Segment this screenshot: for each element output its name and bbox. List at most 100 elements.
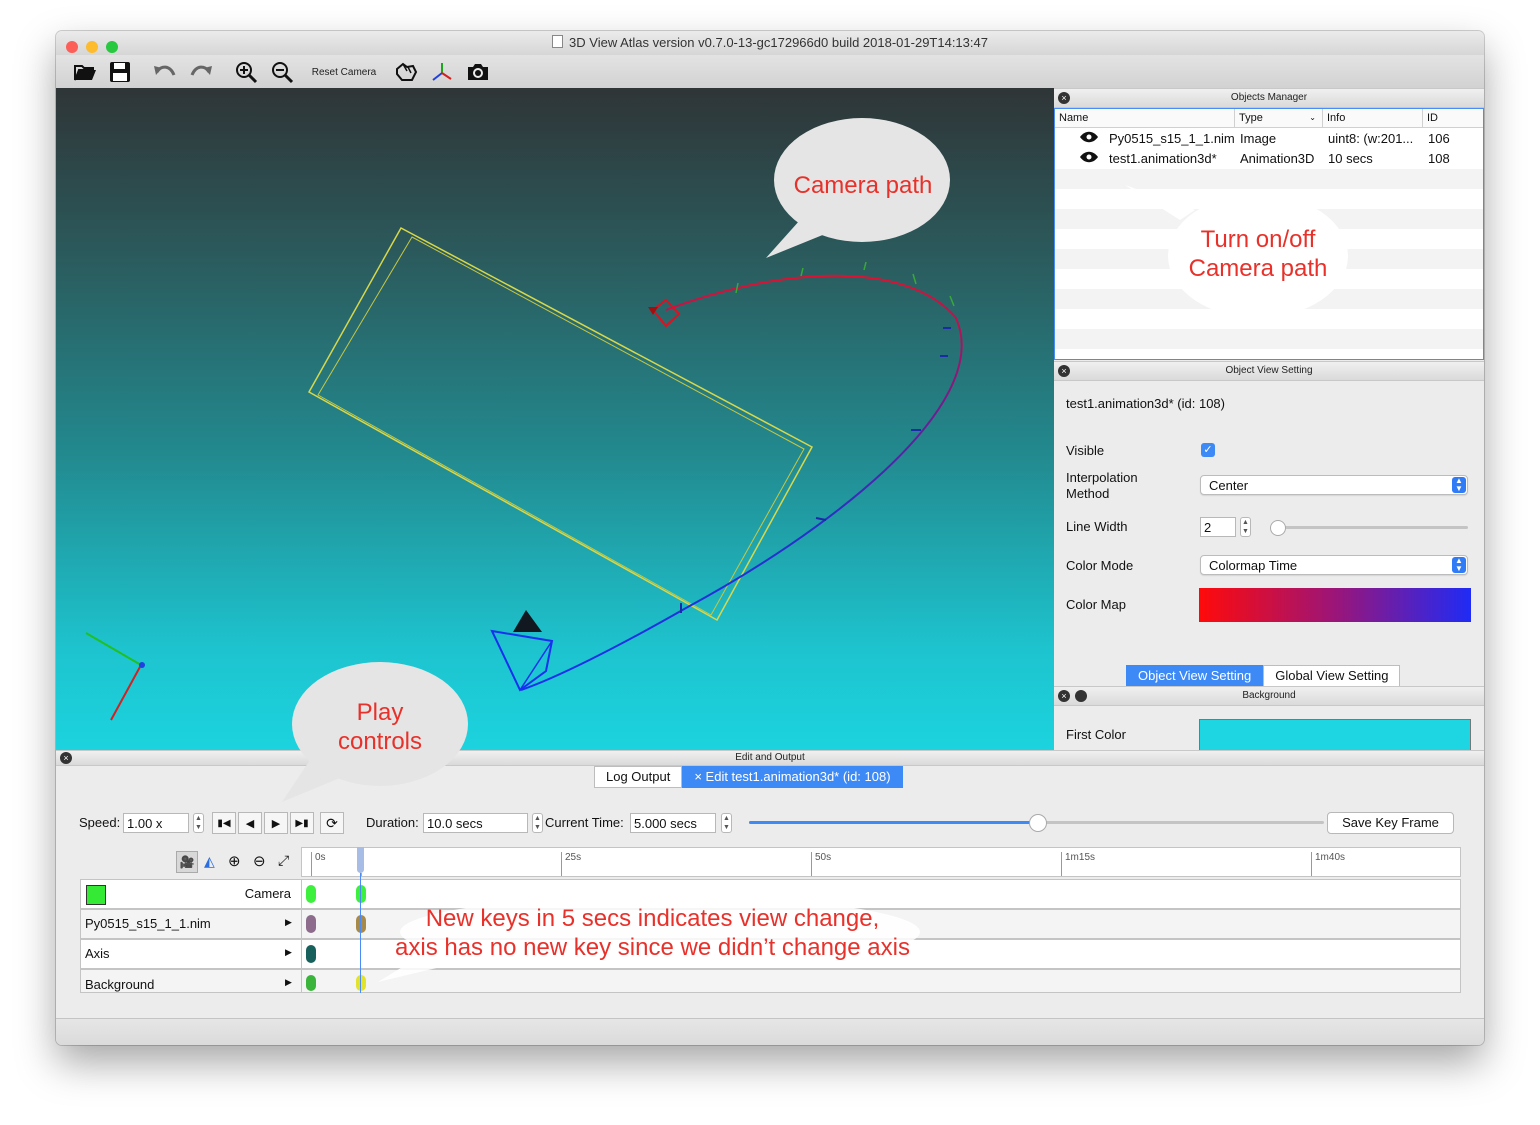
axes-icon[interactable] — [428, 59, 456, 85]
callout-line: New keys in 5 secs indicates view change… — [425, 905, 880, 932]
skip-to-end-button[interactable]: ▶▮ — [290, 812, 314, 834]
row-info: 10 secs — [1328, 151, 1373, 166]
keyframe[interactable] — [306, 915, 316, 933]
first-color-swatch[interactable] — [1199, 719, 1471, 751]
visible-checkbox[interactable]: ✓ — [1201, 443, 1215, 457]
timeline-ruler[interactable]: 0s 25s 50s 1m15s 1m40s — [301, 847, 1461, 877]
redo-icon[interactable] — [186, 59, 216, 85]
column-header-id[interactable]: ID — [1423, 109, 1483, 127]
row-type: Animation3D — [1240, 151, 1315, 166]
line-width-input[interactable]: 2 — [1200, 517, 1236, 537]
tab-edit-animation-label: Edit test1.animation3d* (id: 108) — [705, 769, 891, 784]
close-icon[interactable]: × — [1058, 92, 1070, 104]
time-slider-handle[interactable] — [1028, 814, 1047, 832]
playhead[interactable] — [357, 847, 364, 993]
table-row[interactable]: test1.animation3d* Animation3D 10 secs 1… — [1055, 149, 1483, 169]
minimize-window-button[interactable] — [86, 41, 98, 53]
camera-icon[interactable] — [464, 59, 492, 85]
chevron-down-icon: ⌄ — [1309, 113, 1316, 122]
speed-label: Speed: — [79, 815, 121, 830]
column-header-info[interactable]: Info — [1323, 109, 1423, 127]
time-slider[interactable] — [749, 814, 1324, 832]
edit-output-tabs: Log Output × Edit test1.animation3d* (id… — [594, 766, 903, 788]
callout-line: Camera path — [1188, 255, 1328, 282]
expand-arrow-icon[interactable]: ▶ — [285, 947, 292, 958]
row-id: 106 — [1428, 131, 1450, 146]
window-title: 3D View Atlas version v0.7.0-13-gc172966… — [569, 35, 988, 50]
zoom-out-icon[interactable]: ⊖ — [253, 852, 266, 870]
keyframe[interactable] — [306, 885, 316, 903]
color-map-swatch[interactable] — [1199, 588, 1471, 622]
eye-icon[interactable] — [1079, 149, 1099, 169]
chevron-updown-icon: ▲ ▼ — [1452, 477, 1466, 493]
callout-text: Play controls — [292, 698, 468, 756]
interpolation-method-label: Interpolation Method — [1066, 470, 1138, 501]
current-time-stepper[interactable]: ▲ ▼ — [721, 813, 732, 833]
keyframe[interactable] — [356, 975, 366, 991]
hand-icon[interactable] — [392, 59, 420, 85]
callout-text: Turn on/off Camera path — [1170, 225, 1346, 283]
current-time-input[interactable]: 5.000 secs — [630, 813, 716, 833]
row-name: test1.animation3d* — [1109, 151, 1217, 166]
tab-object-view-setting[interactable]: Object View Setting — [1126, 665, 1264, 687]
brush-icon[interactable]: ◭ — [204, 853, 215, 870]
slider-handle[interactable] — [1270, 520, 1286, 536]
camera-color-swatch[interactable] — [86, 885, 106, 905]
loop-button[interactable]: ⟳ — [320, 812, 344, 834]
tab-log-output[interactable]: Log Output — [594, 766, 683, 788]
expand-arrow-icon[interactable]: ▶ — [285, 917, 292, 928]
eye-icon[interactable] — [1079, 129, 1099, 149]
column-header-type-label: Type — [1239, 112, 1263, 124]
play-button[interactable]: ▶ — [264, 812, 288, 834]
line-width-slider[interactable] — [1270, 520, 1468, 536]
save-icon[interactable] — [106, 59, 134, 85]
tab-edit-animation[interactable]: × Edit test1.animation3d* (id: 108) — [682, 766, 903, 788]
speed-stepper[interactable]: ▲ ▼ — [193, 813, 204, 833]
close-icon[interactable]: × — [1058, 365, 1070, 377]
keyframe[interactable] — [306, 975, 316, 991]
background-header: × Background — [1054, 686, 1484, 706]
column-header-type[interactable]: Type ⌄ — [1235, 109, 1323, 127]
expand-arrow-icon[interactable]: ▶ — [285, 977, 292, 988]
speed-input[interactable]: 1.00 x — [123, 813, 189, 833]
object-view-setting-title: Object View Setting — [1225, 365, 1313, 376]
callout-line: Play — [356, 699, 404, 726]
objects-manager-header: × Objects Manager — [1054, 88, 1484, 108]
zoom-window-button[interactable] — [106, 41, 118, 53]
zoom-out-icon[interactable] — [268, 59, 296, 85]
keyframe[interactable] — [306, 945, 316, 963]
duration-input[interactable]: 10.0 secs — [423, 813, 528, 833]
undo-icon[interactable] — [150, 59, 180, 85]
title-bar: 3D View Atlas version v0.7.0-13-gc172966… — [56, 31, 1484, 55]
line-width-stepper[interactable]: ▲ ▼ — [1240, 517, 1251, 537]
step-back-button[interactable]: ◀ — [238, 812, 262, 834]
track-label: Background — [81, 970, 302, 992]
color-mode-select[interactable]: Colormap Time ▲ ▼ — [1200, 555, 1468, 575]
close-icon[interactable]: × — [60, 752, 72, 764]
callout-text: New keys in 5 secs indicates view change… — [380, 904, 925, 962]
color-mode-label: Color Mode — [1066, 558, 1134, 573]
fit-icon[interactable]: ⤢ — [278, 852, 289, 869]
close-icon[interactable]: × — [1058, 690, 1070, 702]
reset-camera-button[interactable]: Reset Camera — [306, 59, 382, 85]
row-info: uint8: (w:201... — [1328, 131, 1414, 146]
column-header-name[interactable]: Name — [1055, 109, 1235, 127]
float-icon[interactable] — [1075, 690, 1087, 702]
table-row[interactable]: Py0515_s15_1_1.nim Image uint8: (w:201..… — [1055, 129, 1483, 149]
keyframe[interactable] — [356, 885, 366, 903]
tab-global-view-setting[interactable]: Global View Setting — [1263, 665, 1401, 687]
loop-icon: ⟳ — [326, 814, 338, 831]
first-color-label: First Color — [1066, 727, 1126, 742]
objects-manager-title: Objects Manager — [1230, 92, 1308, 103]
close-tab-icon[interactable]: × — [694, 769, 705, 784]
duration-stepper[interactable]: ▲ ▼ — [532, 813, 543, 833]
open-folder-icon[interactable] — [70, 59, 100, 85]
record-camera-icon[interactable]: 🎥 — [176, 851, 198, 873]
zoom-in-icon[interactable] — [232, 59, 260, 85]
save-key-frame-button[interactable]: Save Key Frame — [1327, 812, 1454, 834]
skip-to-start-button[interactable]: ▮◀ — [212, 812, 236, 834]
zoom-in-icon[interactable]: ⊕ — [228, 852, 241, 870]
close-window-button[interactable] — [66, 41, 78, 53]
keyframe[interactable] — [356, 915, 366, 933]
interpolation-method-select[interactable]: Center ▲ ▼ — [1200, 475, 1468, 495]
